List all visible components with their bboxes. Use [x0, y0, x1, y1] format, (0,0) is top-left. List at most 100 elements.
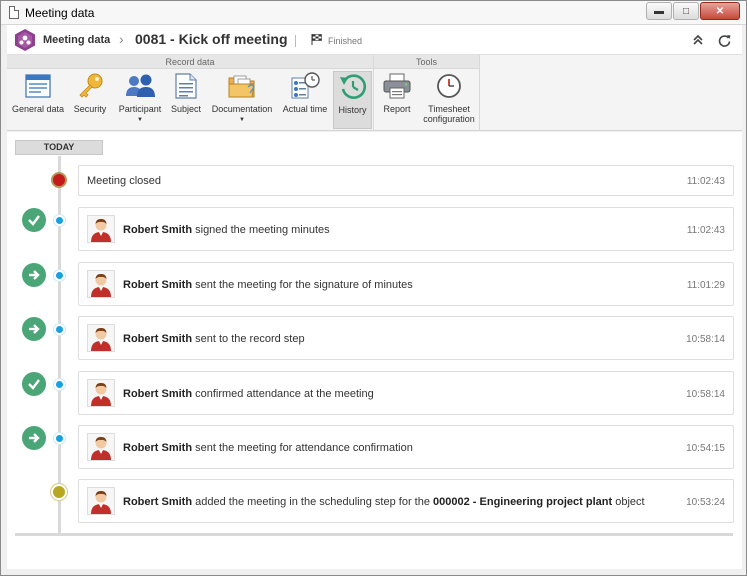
group-label: Tools: [374, 55, 479, 69]
event-text: Meeting closed: [87, 175, 161, 187]
event-user[interactable]: Robert Smith: [123, 388, 192, 400]
timeline-event: Robert Smith added the meeting in the sc…: [78, 479, 734, 523]
chevron-right-icon: ›: [119, 31, 124, 47]
window-title: Meeting data: [25, 6, 95, 20]
chevron-down-icon: ▼: [239, 117, 245, 123]
collapse-up-icon[interactable]: [690, 32, 706, 48]
documentation-label: Documentation: [211, 104, 273, 114]
timeline-end-divider: [15, 533, 733, 536]
document-lines-icon: [171, 71, 201, 101]
group-label: Record data: [7, 55, 373, 69]
today-badge: TODAY: [15, 140, 103, 155]
timeline-event: Robert Smith sent the meeting for attend…: [78, 425, 734, 469]
timeline-event: Robert Smith sent to the record step 10:…: [78, 316, 734, 360]
history-timeline: TODAY Meeting closed 11:02:43 Robert Smi…: [7, 132, 742, 569]
timeline-dot-blue: [54, 324, 65, 335]
event-user[interactable]: Robert Smith: [123, 496, 192, 508]
event-object-link[interactable]: 000002 - Engineering project plant: [433, 496, 612, 508]
actual-time-label: Actual time: [282, 104, 328, 114]
event-text-wrap: Robert Smith signed the meeting minutes: [123, 224, 330, 236]
timesheet-label-line1: Timesheet: [428, 104, 470, 114]
avatar: [87, 270, 115, 298]
event-time: 10:58:14: [686, 334, 725, 345]
refresh-icon[interactable]: [716, 32, 732, 48]
event-text-wrap: Robert Smith sent the meeting for attend…: [123, 442, 413, 454]
event-time: 11:02:43: [686, 176, 725, 187]
arrow-right-icon: [22, 263, 46, 287]
history-icon: [338, 72, 368, 102]
timeline-dot-blue: [54, 433, 65, 444]
security-label: Security: [73, 104, 107, 114]
avatar: [87, 379, 115, 407]
event-text-after: object: [615, 496, 645, 508]
event-time: 10:58:14: [686, 389, 725, 400]
timeline-line: [58, 156, 61, 534]
application-window: Meeting data ▬ □ ✕ Meeting data › 0081 -…: [0, 0, 747, 576]
timeline-dot-olive: [51, 484, 67, 500]
timeline-event: Meeting closed 11:02:43: [78, 165, 734, 196]
general-data-icon: [23, 71, 53, 101]
divider: [295, 35, 296, 47]
subject-button[interactable]: Subject: [167, 71, 205, 129]
event-text-wrap: Robert Smith sent the meeting for the si…: [123, 279, 413, 291]
window-controls: ▬ □ ✕: [646, 2, 740, 20]
arrow-right-icon: [22, 317, 46, 341]
avatar: [87, 433, 115, 461]
timeline-event: Robert Smith confirmed attendance at the…: [78, 371, 734, 415]
event-text: added the meeting in the scheduling step…: [195, 496, 430, 508]
event-text-wrap: Robert Smith confirmed attendance at the…: [123, 388, 374, 400]
title-bar: Meeting data ▬ □ ✕: [1, 1, 746, 25]
avatar: [87, 487, 115, 515]
documentation-button[interactable]: Documentation ▼: [209, 71, 275, 129]
maximize-button[interactable]: □: [673, 2, 699, 20]
timeline-event: Robert Smith sent the meeting for the si…: [78, 262, 734, 306]
status-badge: Finished: [328, 36, 363, 46]
avatar: [87, 324, 115, 352]
breadcrumb-root[interactable]: Meeting data: [43, 34, 110, 46]
actual-time-icon: [290, 71, 320, 101]
close-button[interactable]: ✕: [700, 2, 740, 20]
event-text-wrap: Robert Smith sent to the record step: [123, 333, 305, 345]
history-button[interactable]: History: [333, 71, 372, 129]
tools-group: Tools Report Timesheet configuration: [374, 55, 480, 131]
printer-icon: [382, 71, 412, 101]
event-user[interactable]: Robert Smith: [123, 224, 192, 236]
history-label: History: [338, 105, 367, 115]
minimize-button[interactable]: ▬: [646, 2, 672, 20]
general-data-label: General data: [11, 104, 65, 114]
key-icon: [75, 71, 105, 101]
event-text: confirmed attendance at the meeting: [195, 388, 374, 400]
event-user[interactable]: Robert Smith: [123, 442, 192, 454]
record-data-group: Record data General data Security Partic…: [7, 55, 374, 131]
timeline-event: Robert Smith signed the meeting minutes …: [78, 207, 734, 251]
participant-label: Participant: [118, 104, 162, 114]
timeline-dot-blue: [54, 215, 65, 226]
report-button[interactable]: Report: [378, 71, 416, 129]
report-label: Report: [383, 104, 411, 114]
security-button[interactable]: Security: [69, 71, 111, 129]
timeline-dot-blue: [54, 379, 65, 390]
event-text-wrap: Robert Smith added the meeting in the sc…: [123, 496, 645, 508]
event-text: sent to the record step: [195, 333, 305, 345]
event-text: sent the meeting for the signature of mi…: [195, 279, 413, 291]
event-user[interactable]: Robert Smith: [123, 333, 192, 345]
document-icon: [9, 6, 19, 19]
timesheet-configuration-button[interactable]: Timesheet configuration: [420, 71, 478, 129]
event-time: 10:54:15: [686, 443, 725, 454]
check-icon: [22, 372, 46, 396]
participants-icon: [125, 71, 155, 101]
arrow-right-icon: [22, 426, 46, 450]
avatar: [87, 215, 115, 243]
timeline-dot-red: [51, 172, 67, 188]
event-text: signed the meeting minutes: [195, 224, 330, 236]
event-user[interactable]: Robert Smith: [123, 279, 192, 291]
event-time: 11:01:29: [686, 280, 725, 291]
event-time: 10:53:24: [686, 497, 725, 508]
page-title: 0081 - Kick off meeting: [135, 31, 288, 47]
general-data-button[interactable]: General data: [9, 71, 67, 129]
actual-time-button[interactable]: Actual time: [279, 71, 331, 129]
ribbon-toolbar: Record data General data Security Partic…: [7, 55, 742, 131]
clock-icon: [434, 71, 464, 101]
check-icon: [22, 208, 46, 232]
participant-button[interactable]: Participant ▼: [115, 71, 165, 129]
